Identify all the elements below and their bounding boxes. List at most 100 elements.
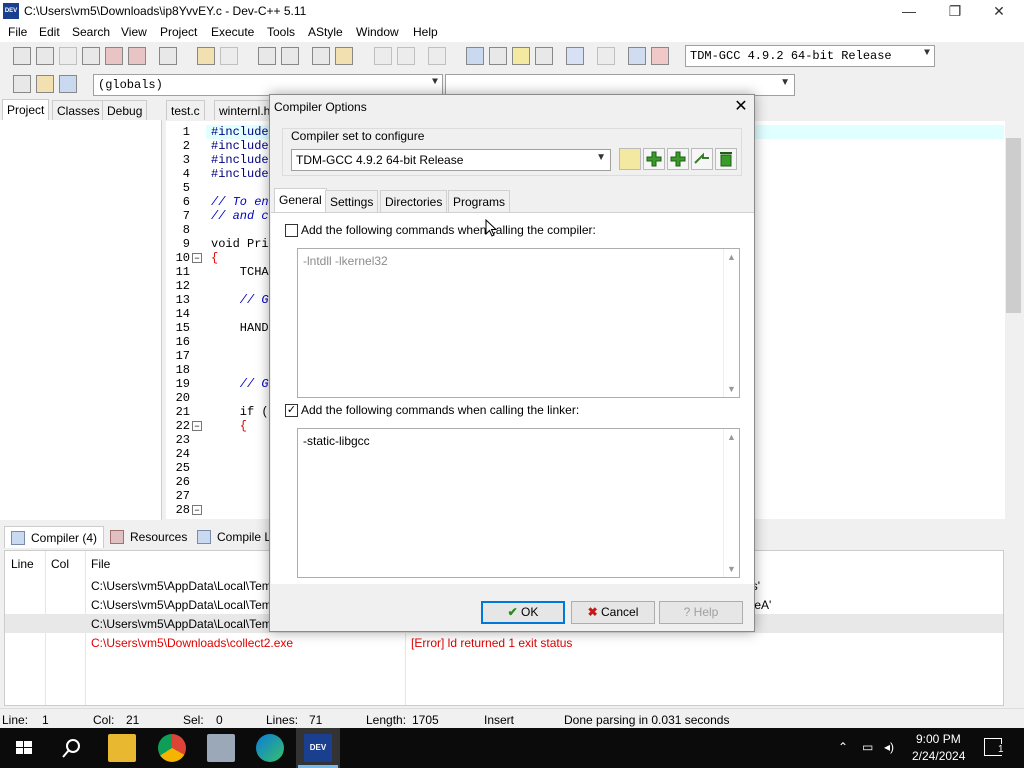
compiler-commands-textarea[interactable]: -lntdll -lkernel32 ▲ ▼ xyxy=(297,248,740,398)
chrome-icon[interactable] xyxy=(158,734,186,762)
scroll-down-icon[interactable]: ▼ xyxy=(727,384,736,394)
save-icon[interactable] xyxy=(59,47,77,65)
compiler-select[interactable]: TDM-GCC 4.9.2 64-bit Release ▼ xyxy=(685,45,935,67)
devcpp-taskbar-button[interactable]: DEV xyxy=(296,728,340,768)
column-header-line[interactable]: Line xyxy=(11,557,34,571)
scroll-down-icon[interactable]: ▼ xyxy=(727,564,736,574)
profile-icon[interactable] xyxy=(628,47,646,65)
save-all-icon[interactable] xyxy=(82,47,100,65)
help-button[interactable]: ? Help xyxy=(659,601,743,624)
cancel-button[interactable]: ✖ Cancel xyxy=(571,601,655,624)
tab-project[interactable]: Project xyxy=(2,99,50,121)
rename-compiler-button[interactable] xyxy=(691,148,713,170)
tab-debug[interactable]: Debug xyxy=(102,100,148,120)
tab-directories[interactable]: Directories xyxy=(380,190,448,212)
maximize-button[interactable]: ❐ xyxy=(932,0,978,22)
column-header-col[interactable]: Col xyxy=(51,557,69,571)
volume-icon[interactable]: ◂) xyxy=(884,740,894,754)
column-header-file[interactable]: File xyxy=(91,557,110,571)
file-tab-test[interactable]: test.c xyxy=(166,100,205,120)
scroll-up-icon[interactable]: ▲ xyxy=(727,432,736,442)
close-window-button[interactable]: ✕ xyxy=(976,0,1022,22)
forward-icon[interactable] xyxy=(397,47,415,65)
function-select[interactable]: ▼ xyxy=(445,74,795,96)
menu-window[interactable]: Window xyxy=(356,25,399,39)
menu-view[interactable]: View xyxy=(121,25,147,39)
menu-astyle[interactable]: AStyle xyxy=(308,25,343,39)
syntax-check-icon[interactable] xyxy=(566,47,584,65)
app-icon-taskbar[interactable] xyxy=(207,734,235,762)
print-icon[interactable] xyxy=(159,47,177,65)
linker-commands-checkbox[interactable]: ✓ xyxy=(285,404,298,417)
tab-compiler[interactable]: Compiler (4) xyxy=(4,526,105,548)
close-all-icon[interactable] xyxy=(128,47,146,65)
menu-bar: File Edit Search View Project Execute To… xyxy=(0,22,1024,42)
linker-commands-label[interactable]: Add the following commands when calling … xyxy=(301,403,579,417)
toggle-bookmark-icon[interactable] xyxy=(36,75,54,93)
clock-time[interactable]: 9:00 PM xyxy=(916,732,961,746)
scroll-up-icon[interactable]: ▲ xyxy=(727,252,736,262)
network-icon[interactable]: ▭ xyxy=(862,740,873,754)
tab-programs[interactable]: Programs xyxy=(448,190,511,212)
stop-icon[interactable] xyxy=(597,47,615,65)
compiler-commands-label[interactable]: Add the following commands when calling … xyxy=(301,223,596,237)
menu-help[interactable]: Help xyxy=(413,25,438,39)
add-compiler-set-button[interactable] xyxy=(643,148,665,170)
menu-tools[interactable]: Tools xyxy=(267,25,295,39)
code-line: { xyxy=(211,251,219,265)
menu-search[interactable]: Search xyxy=(72,25,110,39)
tab-resources[interactable]: Resources xyxy=(104,526,193,548)
minimize-button[interactable]: — xyxy=(886,0,932,22)
fold-collapse-icon[interactable]: − xyxy=(192,253,202,263)
file-explorer-icon[interactable] xyxy=(108,734,136,762)
redo-icon[interactable] xyxy=(220,47,238,65)
back-icon[interactable] xyxy=(374,47,392,65)
memo-scrollbar[interactable]: ▲ ▼ xyxy=(723,249,739,397)
delete-compiler-button[interactable] xyxy=(715,148,737,170)
delete-profile-icon[interactable] xyxy=(651,47,669,65)
open-file-icon[interactable] xyxy=(36,47,54,65)
tab-compile-log[interactable]: Compile L xyxy=(191,526,277,548)
find-compilers-button[interactable] xyxy=(619,148,641,170)
linker-commands-textarea[interactable]: -static-libgcc ▲ ▼ xyxy=(297,428,740,578)
tab-classes[interactable]: Classes xyxy=(52,100,105,120)
edge-icon[interactable] xyxy=(256,734,284,762)
toggle-icon[interactable] xyxy=(428,47,446,65)
find-icon[interactable] xyxy=(258,47,276,65)
fold-collapse-icon[interactable]: − xyxy=(192,505,202,515)
close-file-icon[interactable] xyxy=(105,47,123,65)
undo-icon[interactable] xyxy=(197,47,215,65)
menu-execute[interactable]: Execute xyxy=(211,25,254,39)
tab-general[interactable]: General xyxy=(274,188,327,213)
compile-run-icon[interactable] xyxy=(512,47,530,65)
compiler-set-select[interactable]: TDM-GCC 4.9.2 64-bit Release ▼ xyxy=(291,149,611,171)
compile-icon[interactable] xyxy=(466,47,484,65)
indent-icon[interactable] xyxy=(335,47,353,65)
globals-select[interactable]: (globals) ▼ xyxy=(93,74,443,96)
add-blank-compiler-button[interactable] xyxy=(667,148,689,170)
new-file-icon[interactable] xyxy=(13,47,31,65)
replace-icon[interactable] xyxy=(281,47,299,65)
insert-icon[interactable] xyxy=(13,75,31,93)
tab-settings[interactable]: Settings xyxy=(325,190,379,212)
fold-collapse-icon[interactable]: − xyxy=(192,421,202,431)
memo-scrollbar[interactable]: ▲ ▼ xyxy=(723,429,739,577)
tray-chevron-up-icon[interactable]: ⌃ xyxy=(838,740,848,754)
start-windows-icon[interactable] xyxy=(10,734,38,762)
menu-edit[interactable]: Edit xyxy=(39,25,60,39)
editor-scrollbar-thumb[interactable] xyxy=(1006,138,1021,313)
clock-date[interactable]: 2/24/2024 xyxy=(912,749,965,763)
menu-file[interactable]: File xyxy=(8,25,27,39)
compiler-commands-checkbox[interactable] xyxy=(285,224,298,237)
run-icon[interactable] xyxy=(489,47,507,65)
rebuild-icon[interactable] xyxy=(535,47,553,65)
goto-line-icon[interactable] xyxy=(312,47,330,65)
ok-button[interactable]: ✔ OK xyxy=(481,601,565,624)
menu-project[interactable]: Project xyxy=(160,25,197,39)
goto-bookmark-icon[interactable] xyxy=(59,75,77,93)
search-icon[interactable] xyxy=(58,734,86,762)
dialog-close-button[interactable]: ✕ xyxy=(728,95,754,119)
table-row[interactable]: C:\Users\vm5\Downloads\collect2.exe [Err… xyxy=(5,633,1003,652)
file-tab-winternl[interactable]: winternl.h xyxy=(214,100,276,120)
